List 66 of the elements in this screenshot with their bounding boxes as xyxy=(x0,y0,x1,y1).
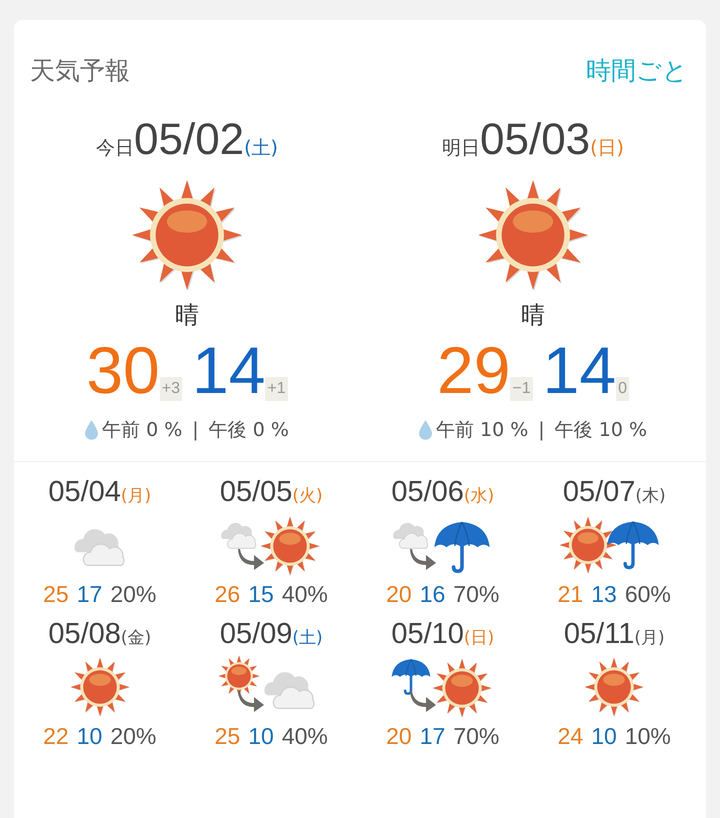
separator: | xyxy=(192,419,199,441)
temperature-change: +1 xyxy=(265,377,288,401)
weekday: (土) xyxy=(244,136,278,161)
raindrop-icon xyxy=(418,420,432,440)
high-temperature: 29 xyxy=(437,337,510,403)
weekday: (火) xyxy=(292,485,323,507)
high-temperature: 26 xyxy=(214,581,240,608)
rain-chance: 午後 0 % xyxy=(208,418,289,443)
temperature-change: −1 xyxy=(510,377,533,401)
weather-condition: 晴 xyxy=(521,300,545,331)
high-temperature: 20 xyxy=(386,723,412,750)
low-temperature: 10 xyxy=(248,723,274,750)
low-temperature: 15 xyxy=(248,581,274,608)
date: 05/05 xyxy=(220,476,292,509)
rain-chance: 午前 0 % xyxy=(102,418,182,443)
rain-chance: 70% xyxy=(453,723,500,750)
date: 05/03 xyxy=(480,115,590,165)
weekday: (土) xyxy=(292,627,323,649)
date: 05/07 xyxy=(562,476,636,509)
low-temperature: 10 xyxy=(591,723,617,750)
low-temperature: 14 xyxy=(192,337,266,403)
date: 05/10 xyxy=(391,618,464,651)
low-temperature: 16 xyxy=(420,581,446,608)
rain-chance: 20% xyxy=(110,723,156,750)
weekday: (金) xyxy=(120,627,152,649)
low-temperature: 13 xyxy=(591,581,617,608)
separator: | xyxy=(538,419,545,441)
weekday: (月) xyxy=(634,627,665,649)
date: 05/06 xyxy=(391,476,464,509)
rain-chance: 20% xyxy=(110,581,156,608)
high-temperature: 20 xyxy=(386,581,412,608)
day-label: 今日 xyxy=(96,136,134,161)
low-temperature: 17 xyxy=(420,723,446,750)
temperature-change: 0 xyxy=(616,377,629,401)
weekday: (日) xyxy=(590,136,624,161)
low-temperature: 14 xyxy=(542,337,616,403)
rain-chance: 午後 10 % xyxy=(554,418,648,443)
date: 05/08 xyxy=(48,618,121,651)
raindrop-icon xyxy=(85,420,98,440)
rain-chance: 40% xyxy=(282,581,328,608)
rain-chance: 40% xyxy=(282,723,328,750)
rain-chance: 60% xyxy=(624,581,671,608)
date: 05/04 xyxy=(48,476,121,509)
rain-chance: 午前 10 % xyxy=(436,418,528,443)
rain-chance: 10% xyxy=(624,723,671,750)
low-temperature: 10 xyxy=(76,723,102,750)
date: 05/02 xyxy=(134,115,244,165)
day-label: 明日 xyxy=(442,136,480,161)
high-temperature: 22 xyxy=(43,723,69,750)
low-temperature: 17 xyxy=(76,581,102,608)
high-temperature: 21 xyxy=(558,581,584,608)
high-temperature: 25 xyxy=(43,581,69,608)
temperature-change: +3 xyxy=(160,377,182,401)
rain-chance: 70% xyxy=(453,581,500,608)
weekday: (日) xyxy=(464,627,494,649)
weekday: (木) xyxy=(635,485,666,507)
weekday: (月) xyxy=(120,485,152,507)
date: 05/09 xyxy=(220,618,292,651)
weather-condition: 晴 xyxy=(175,300,199,331)
high-temperature: 24 xyxy=(558,723,584,750)
hourly-link[interactable]: 時間ごと xyxy=(586,54,688,87)
date: 05/11 xyxy=(564,618,634,651)
weekday: (水) xyxy=(464,485,494,507)
section-title: 天気予報 xyxy=(30,55,130,87)
high-temperature: 25 xyxy=(214,723,240,750)
high-temperature: 30 xyxy=(86,337,160,403)
